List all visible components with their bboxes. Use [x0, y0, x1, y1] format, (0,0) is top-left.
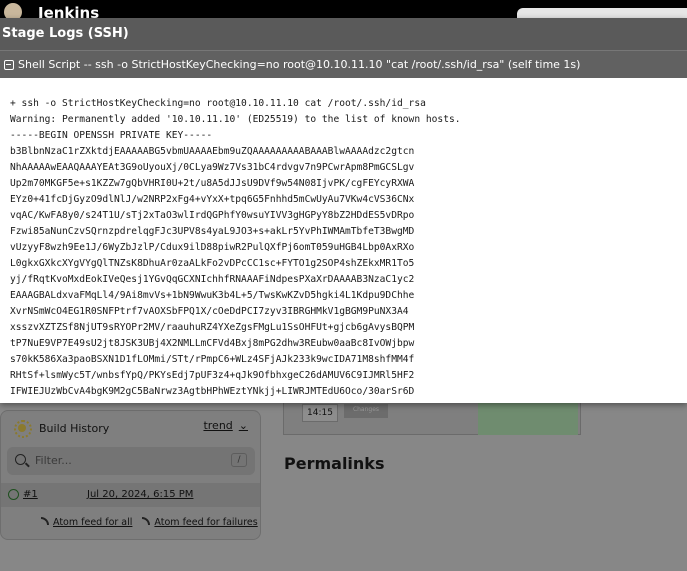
rss-icon: [142, 517, 151, 525]
build-date-link[interactable]: Jul 20, 2024, 6:15 PM: [87, 489, 193, 500]
log-line: vUzyyF8wzh9Ee1J/6WyZbJzlP/Cdux9ilD88piwR…: [10, 242, 415, 253]
atom-feed-failures-link[interactable]: Atom feed for failures: [142, 517, 258, 528]
log-line: + ssh -o StrictHostKeyChecking=no root@1…: [10, 98, 426, 109]
stage-time: 14:15: [302, 404, 338, 422]
build-filter-input[interactable]: Filter... /: [7, 447, 255, 475]
log-line: NhAAAAAwEAAQAAAYEAt3G9oUyouXj/0CLya9Wz7V…: [10, 162, 415, 173]
step-label: Shell Script -- ssh -o StrictHostKeyChec…: [18, 57, 581, 71]
weather-sun-icon: [13, 419, 32, 438]
log-line: XvrNSmWcO4EG1R0SNFPtrf7vAOXSbFPQ1X/cOeDd…: [10, 306, 409, 317]
dialog-title: Stage Logs (SSH): [0, 18, 687, 50]
log-line: L0gkxGXkcXYgVYgQlTNZsK8DhuAr0zaALkFo2vDP…: [10, 258, 415, 269]
log-line: xsszvXZTZSf8NjUT9sRYOPr2MV/raauhuRZ4YXeZ…: [10, 322, 415, 333]
build-history-title: Build History: [39, 421, 110, 435]
filter-shortcut-key: /: [231, 453, 247, 467]
rss-icon: [41, 517, 49, 525]
collapse-icon[interactable]: [4, 59, 14, 70]
log-line: vqAC/KwFA8y0/s24T1U/sTj2xTaO3wlIrdQGPhfY…: [10, 210, 415, 221]
stage-logs-dialog: Stage Logs (SSH) Shell Script -- ssh -o …: [0, 18, 687, 403]
log-line: tP7NuE9VP7E49sU2jt8JSK3UBj4X2NMLLmCFVd4B…: [10, 338, 415, 349]
stage-view-card: 14:15 Changes: [283, 403, 581, 435]
permalinks-heading: Permalinks: [284, 454, 385, 473]
log-line: EYz0+41fcDjGyzO9dlNlJ/w2NRP2xFg4+vYxX+tp…: [10, 194, 415, 205]
log-line: -----BEGIN OPENSSH PRIVATE KEY-----: [10, 130, 213, 141]
step-header[interactable]: Shell Script -- ssh -o StrictHostKeyChec…: [0, 50, 687, 78]
top-bar: Jenkins: [0, 0, 687, 22]
log-line: Up2m70MKGF5e+s1KZZw7gQbVHRI0U+2t/u8A5dJJ…: [10, 178, 415, 189]
build-history-header: Build History: [13, 419, 110, 438]
success-check-icon: [8, 489, 19, 500]
build-number-link[interactable]: #1: [23, 489, 38, 500]
atom-feeds: Atom feed for all Atom feed for failures: [41, 517, 258, 528]
trend-label: trend: [203, 419, 233, 432]
log-line: Fzwi85aNunCzvSQrnzpdrelqgFJc3UPV8s4yaL9J…: [10, 226, 415, 237]
trend-link[interactable]: trend ⌄: [203, 419, 248, 432]
log-line: s70kK586Xa3paoBSXN1D1fLOMmi/STt/rPmpC6+W…: [10, 354, 415, 365]
atom-feed-failures-label: Atom feed for failures: [154, 517, 258, 528]
build-history-card: Build History trend ⌄ Filter... / #1 Jul…: [0, 410, 261, 540]
log-line: EAAAGBALdxvaFMqLl4/9Ai8mvVs+1bN9WwuK3b4L…: [10, 290, 415, 301]
stage-success-cell[interactable]: [478, 403, 578, 435]
build-row[interactable]: #1 Jul 20, 2024, 6:15 PM: [1, 483, 260, 507]
log-line: RHtSf+lsmWyc5T/wnbsfYpQ/PKYsEdj7pUF3z4+q…: [10, 370, 415, 381]
console-log: + ssh -o StrictHostKeyChecking=no root@1…: [10, 96, 687, 403]
stage-changes: Changes: [344, 404, 388, 418]
log-line: Warning: Permanently added '10.10.11.10'…: [10, 114, 461, 125]
filter-placeholder: Filter...: [35, 454, 72, 467]
search-icon: [15, 454, 26, 465]
log-line: IFWIEJUzWbCvA4bgK9M2gC5BaNrwz3AgtbHPhWEz…: [10, 386, 415, 397]
log-line: yj/fRqtKvoMxdEokIVeQesj1YGvQqGCXNIchhfRN…: [10, 274, 415, 285]
atom-feed-all-label: Atom feed for all: [53, 517, 133, 528]
atom-feed-all-link[interactable]: Atom feed for all: [41, 517, 132, 528]
log-line: b3BlbnNzaC1rZXktdjEAAAAABG5vbmUAAAAEbm9u…: [10, 146, 415, 157]
chevron-down-icon: ⌄: [238, 419, 248, 432]
